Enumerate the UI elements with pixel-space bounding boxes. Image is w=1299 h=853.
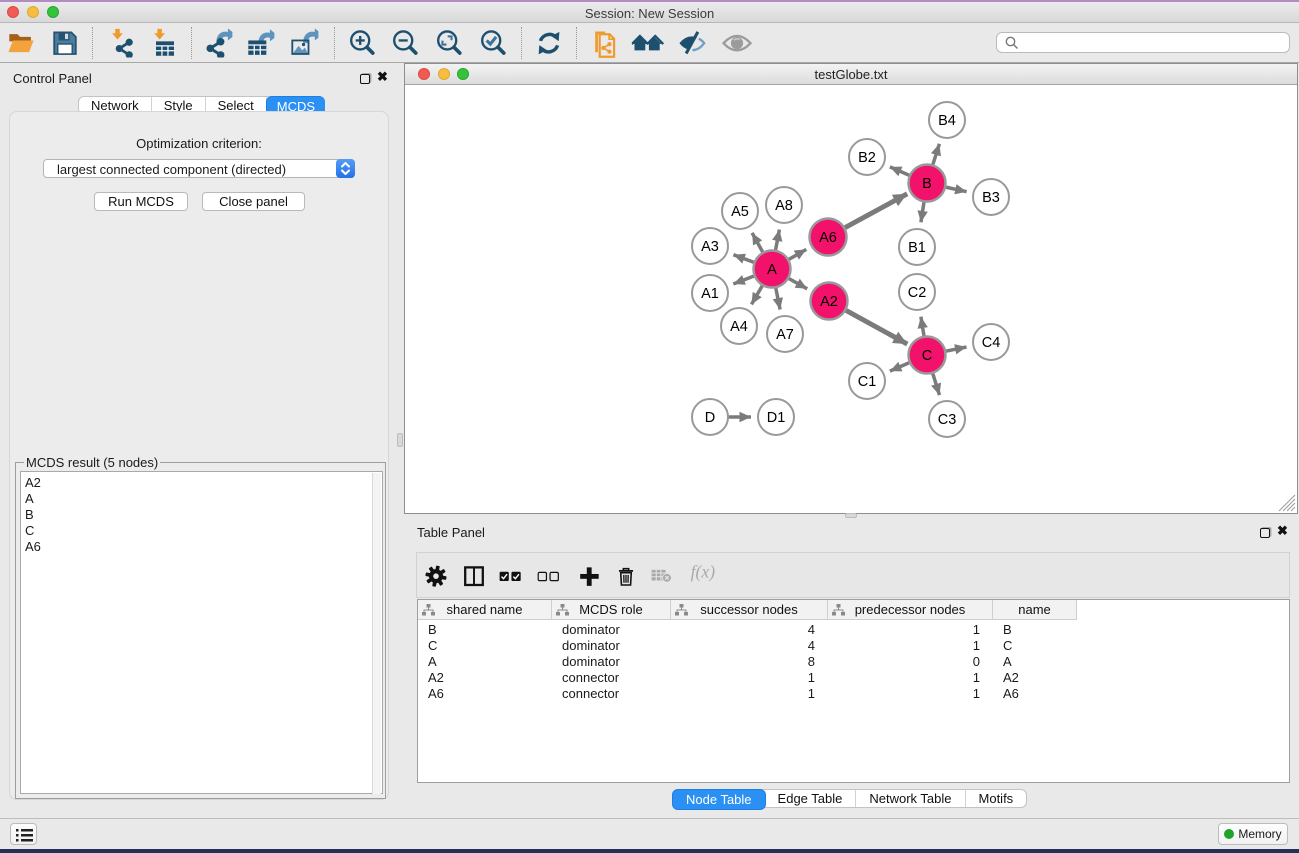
svg-text:B4: B4	[938, 113, 956, 129]
svg-text:A8: A8	[775, 198, 793, 214]
svg-text:A1: A1	[701, 286, 719, 302]
svg-text:C4: C4	[982, 335, 1001, 351]
svg-text:B1: B1	[908, 240, 926, 256]
svg-text:B2: B2	[858, 150, 876, 166]
svg-text:A4: A4	[730, 319, 748, 335]
svg-text:C2: C2	[908, 285, 927, 301]
svg-text:C: C	[922, 348, 932, 364]
svg-text:A3: A3	[701, 239, 719, 255]
svg-text:B: B	[922, 176, 932, 192]
svg-text:A6: A6	[819, 230, 837, 246]
svg-text:A2: A2	[820, 294, 838, 310]
svg-text:A: A	[767, 262, 777, 278]
svg-text:C3: C3	[938, 412, 957, 428]
svg-text:A7: A7	[776, 327, 794, 343]
svg-text:B3: B3	[982, 190, 1000, 206]
svg-text:C1: C1	[858, 374, 877, 390]
svg-text:D1: D1	[767, 410, 786, 426]
svg-text:D: D	[705, 410, 715, 426]
svg-text:A5: A5	[731, 204, 749, 220]
